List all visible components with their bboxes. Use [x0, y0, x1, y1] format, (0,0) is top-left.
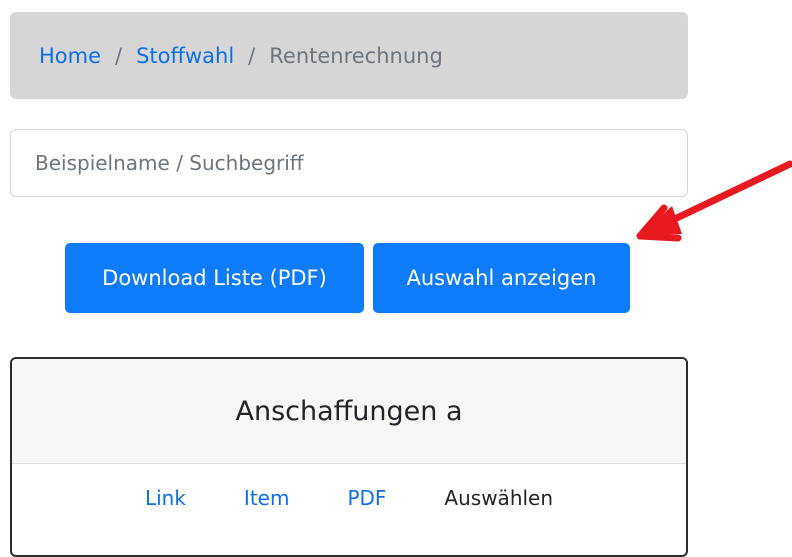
breadcrumb: Home / Stoffwahl / Rentenrechnung — [10, 12, 688, 99]
breadcrumb-current: Rentenrechnung — [269, 43, 443, 68]
card-nav-link[interactable]: Link — [145, 486, 186, 510]
card-nav-select[interactable]: Auswählen — [444, 486, 553, 510]
breadcrumb-separator: / — [248, 43, 256, 68]
breadcrumb-home-link[interactable]: Home — [39, 44, 101, 68]
card-nav: Link Item PDF Auswählen — [12, 464, 686, 555]
card-title: Anschaffungen a — [12, 359, 686, 464]
search-input[interactable] — [10, 129, 688, 197]
download-list-pdf-button[interactable]: Download Liste (PDF) — [65, 243, 364, 313]
breadcrumb-stoffwahl-link[interactable]: Stoffwahl — [136, 44, 234, 68]
card-nav-pdf[interactable]: PDF — [347, 486, 386, 510]
card-nav-item[interactable]: Item — [244, 486, 290, 510]
breadcrumb-separator: / — [115, 43, 123, 68]
red-arrow-icon — [636, 160, 792, 242]
show-selection-button[interactable]: Auswahl anzeigen — [373, 243, 630, 313]
anschaffungen-card: Anschaffungen a Link Item PDF Auswählen — [10, 357, 688, 557]
